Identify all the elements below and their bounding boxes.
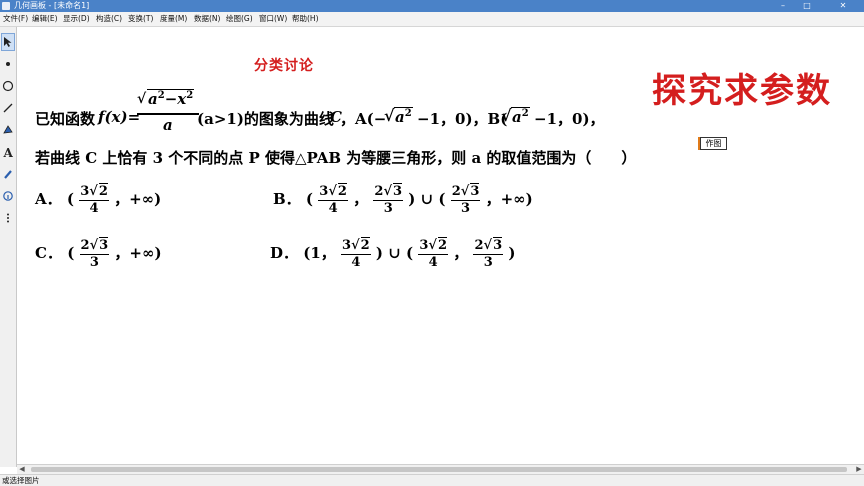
maximize-button[interactable]: □ xyxy=(796,0,818,12)
point-icon[interactable] xyxy=(1,55,15,73)
option-b-fraction-3: 2√3 3 xyxy=(450,183,481,216)
marker-icon[interactable] xyxy=(1,165,15,183)
menu-edit[interactable]: 编辑(E) xyxy=(32,12,58,26)
toolbox: A xyxy=(0,27,17,467)
status-text: 或选择图片 xyxy=(2,476,40,485)
option-c[interactable]: C． ( 2√3 3 ，+∞) xyxy=(35,237,162,271)
option-c-fraction: 2√3 3 xyxy=(79,237,110,270)
option-d-fraction-3: 2√3 3 xyxy=(473,237,504,270)
point-b-radicand: a2 xyxy=(511,107,530,126)
point-a-prefix: ，A(− xyxy=(340,110,387,128)
option-d-fraction-1: 3√2 4 xyxy=(341,237,371,270)
point-a-radicand: a2 xyxy=(394,107,413,126)
scroll-right-icon[interactable]: ▶ xyxy=(854,465,864,474)
point-a-postfix: −1，0)，B( xyxy=(417,110,508,128)
sqrt-sign-b: √ xyxy=(501,106,512,125)
scroll-left-icon[interactable]: ◀ xyxy=(17,465,27,474)
menu-bar: 文件(F) 编辑(E) 显示(D) 构造(C) 变换(T) 度量(M) 数据(N… xyxy=(0,12,864,27)
point-b-postfix: −1，0)， xyxy=(534,110,605,128)
menu-window[interactable]: 窗口(W) xyxy=(259,12,287,26)
sqrt-sign-a: √ xyxy=(384,106,395,125)
numerator-radicand: a2−x2 xyxy=(147,89,195,108)
option-b[interactable]: B． ( 3√2 4 ， 2√3 3 ) ∪ ( 2√3 3 ，+∞) xyxy=(273,183,533,217)
section-heading: 分类讨论 xyxy=(254,58,314,74)
info-icon[interactable] xyxy=(1,187,15,205)
menu-transform[interactable]: 变换(T) xyxy=(128,12,153,26)
horizontal-scrollbar[interactable]: ◀ ▶ xyxy=(17,464,864,474)
option-a[interactable]: A． ( 3√2 4 ，+∞) xyxy=(35,183,161,217)
menu-file[interactable]: 文件(F) xyxy=(3,12,28,26)
big-title: 探究求参数 xyxy=(652,71,832,111)
menu-construct[interactable]: 构造(C) xyxy=(96,12,122,26)
draw-action-button[interactable]: 作图 xyxy=(700,137,727,150)
compass-icon[interactable] xyxy=(1,77,15,95)
text-icon[interactable]: A xyxy=(1,143,15,161)
option-b-fraction-1: 3√2 4 xyxy=(318,183,348,216)
window-title: 几何画板 - [未命名1] xyxy=(14,1,90,10)
close-button[interactable]: ✕ xyxy=(822,0,864,12)
menu-help[interactable]: 帮助(H) xyxy=(292,12,319,26)
option-a-fraction: 3√2 4 xyxy=(79,183,109,216)
polygon-icon[interactable] xyxy=(1,121,15,139)
menu-display[interactable]: 显示(D) xyxy=(63,12,90,26)
menu-graph[interactable]: 绘图(G) xyxy=(226,12,253,26)
menu-measure[interactable]: 度量(M) xyxy=(160,12,187,26)
option-d-fraction-2: 3√2 4 xyxy=(418,237,448,270)
svg-text:A: A xyxy=(3,146,14,158)
status-bar: 或选择图片 xyxy=(0,474,864,486)
menu-data[interactable]: 数据(N) xyxy=(194,12,220,26)
app-icon xyxy=(2,2,10,10)
scrollbar-thumb[interactable] xyxy=(31,467,847,472)
custom-tools-icon[interactable] xyxy=(1,209,15,227)
problem-line-2: 若曲线 C 上恰有 3 个不同的点 P 使得△PAB 为等腰三角形，则 a 的取… xyxy=(35,149,637,167)
title-bar: 几何画板 - [未命名1] – □ ✕ xyxy=(0,0,864,12)
fraction-bar xyxy=(137,113,199,115)
denominator: a xyxy=(163,116,173,134)
option-b-fraction-2: 2√3 3 xyxy=(373,183,404,216)
problem-func: f(x)= xyxy=(98,108,141,126)
sqrt-sign: √ xyxy=(137,91,147,107)
minimize-button[interactable]: – xyxy=(772,0,794,12)
option-d[interactable]: D． (1， 3√2 4 ) ∪ ( 3√2 4 ， 2√3 3 ) xyxy=(270,237,515,271)
problem-lead: 已知函数 xyxy=(35,110,96,128)
arrow-select-icon[interactable] xyxy=(1,33,15,51)
straightedge-icon[interactable] xyxy=(1,99,15,117)
problem-condition: (a>1)的图象为曲线 xyxy=(197,110,334,128)
